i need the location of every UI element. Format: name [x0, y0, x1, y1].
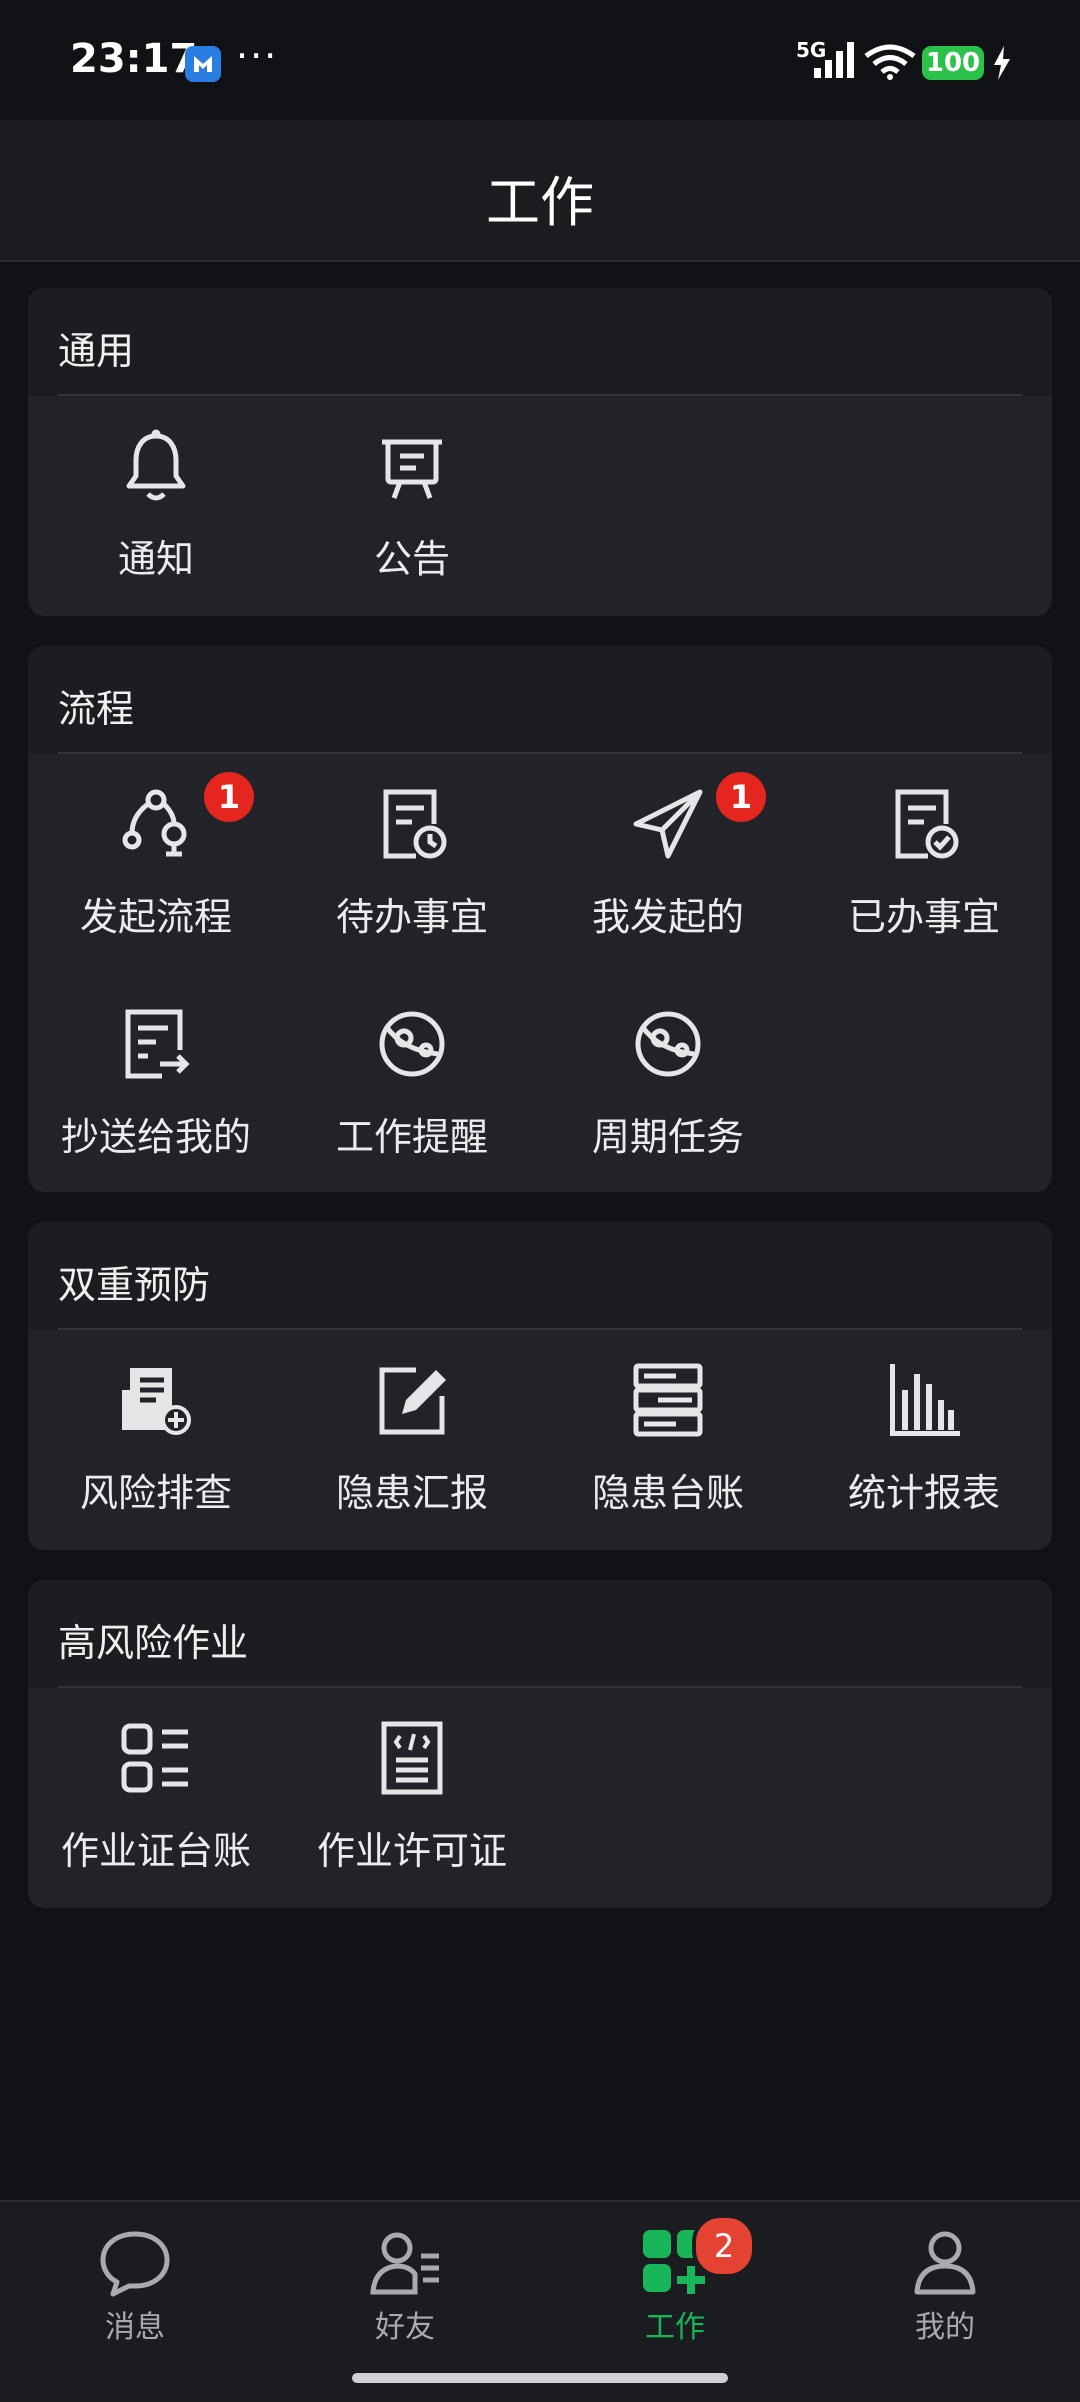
bar-chart-icon — [890, 1364, 960, 1436]
orbit-icon — [635, 1011, 701, 1077]
person-icon — [914, 2231, 976, 2295]
app-notification-icon — [185, 46, 221, 82]
item-label: 待办事宜 — [335, 895, 488, 939]
item-label: 隐患汇报 — [335, 1471, 488, 1515]
item-my-initiated[interactable]: 1 我发起的 — [540, 772, 796, 954]
section-high-risk-work: 高风险作业 作业证台账 作业许可证 — [28, 1580, 1052, 1908]
item-pending[interactable]: 待办事宜 — [284, 784, 540, 954]
edit-square-icon — [379, 1367, 446, 1435]
tab-label: 消息 — [105, 2310, 165, 2345]
charging-icon — [994, 46, 1010, 80]
server-stack-icon — [633, 1363, 703, 1437]
item-start-process[interactable]: 1 发起流程 — [28, 772, 284, 954]
item-cc-to-me[interactable]: 抄送给我的 — [28, 1004, 284, 1174]
section-title: 通用 — [58, 329, 135, 373]
section-title: 双重预防 — [58, 1263, 211, 1307]
page-title: 工作 — [486, 171, 594, 234]
status-time: 23:17 — [70, 36, 198, 82]
flow-start-icon — [122, 789, 187, 857]
item-label: 抄送给我的 — [60, 1115, 251, 1159]
section-title: 流程 — [58, 687, 135, 731]
notification-badge: 1 — [716, 772, 766, 822]
item-periodic-task[interactable]: 周期任务 — [540, 1004, 796, 1174]
tab-work[interactable]: 工作 — [540, 2202, 810, 2352]
item-label: 工作提醒 — [335, 1115, 488, 1159]
tab-friends[interactable]: 好友 — [270, 2202, 540, 2352]
item-work-permit[interactable]: 作业许可证 — [284, 1718, 540, 1888]
item-work-reminder[interactable]: 工作提醒 — [284, 1004, 540, 1174]
top-header: 工作 — [0, 120, 1080, 262]
item-label: 已办事宜 — [847, 895, 1000, 939]
bell-icon — [126, 429, 186, 501]
item-label: 周期任务 — [591, 1115, 744, 1159]
item-label: 作业证台账 — [60, 1829, 251, 1873]
item-label: 风险排查 — [79, 1471, 232, 1515]
item-label: 公告 — [373, 537, 450, 581]
paper-plane-icon — [633, 789, 703, 859]
item-label: 我发起的 — [591, 895, 744, 939]
item-label: 作业许可证 — [316, 1829, 507, 1873]
pending-doc-clock-icon — [383, 789, 447, 859]
tab-badge: 2 — [692, 2214, 756, 2278]
announcement-board-icon — [382, 439, 442, 499]
home-indicator[interactable] — [352, 2373, 728, 2383]
signal-icon — [814, 42, 854, 78]
section-workflow: 流程 1 发起流程 待办事宜 1 我发起的 已办事宜 抄送给我的 工作提醒 周期… — [28, 646, 1052, 1192]
tab-label: 好友 — [375, 2310, 435, 2345]
chat-bubble-icon — [100, 2231, 170, 2297]
item-notification[interactable]: 通知 — [28, 426, 284, 596]
section-general: 通用 通知 公告 — [28, 288, 1052, 616]
battery-indicator: 100 — [922, 46, 984, 80]
tab-label: 我的 — [915, 2310, 975, 2345]
item-label: 隐患台账 — [591, 1471, 744, 1515]
section-title: 高风险作业 — [58, 1621, 249, 1665]
section-dual-prevention: 双重预防 风险排查 隐患汇报 隐患台账 统计报表 — [28, 1222, 1052, 1550]
orbit-icon — [379, 1011, 445, 1077]
list-icon — [121, 1723, 188, 1793]
tab-label: 工作 — [645, 2310, 705, 2345]
item-announcement[interactable]: 公告 — [284, 426, 540, 596]
done-doc-check-icon — [895, 789, 959, 859]
tab-messages[interactable]: 消息 — [0, 2202, 270, 2352]
report-add-icon — [122, 1368, 191, 1435]
wifi-icon — [864, 44, 916, 80]
item-work-cert-ledger[interactable]: 作业证台账 — [28, 1718, 284, 1888]
item-completed[interactable]: 已办事宜 — [796, 784, 1052, 954]
item-hazard-ledger[interactable]: 隐患台账 — [540, 1360, 796, 1530]
doc-forward-icon — [125, 1009, 190, 1079]
more-notifications-icon: ··· — [236, 34, 279, 78]
contacts-icon — [370, 2232, 439, 2295]
item-label: 发起流程 — [79, 895, 232, 939]
notification-badge: 1 — [204, 772, 254, 822]
bottom-navigation: 消息 好友 工作 2 我的 — [0, 2200, 1080, 2402]
item-label: 通知 — [117, 537, 194, 581]
item-statistics[interactable]: 统计报表 — [796, 1360, 1052, 1530]
item-hazard-report[interactable]: 隐患汇报 — [284, 1360, 540, 1530]
status-bar: 23:17 ··· 5G 100 — [0, 0, 1080, 120]
code-doc-icon — [381, 1721, 443, 1795]
item-risk-check[interactable]: 风险排查 — [28, 1360, 284, 1530]
item-label: 统计报表 — [847, 1471, 1000, 1515]
tab-me[interactable]: 我的 — [810, 2202, 1080, 2352]
